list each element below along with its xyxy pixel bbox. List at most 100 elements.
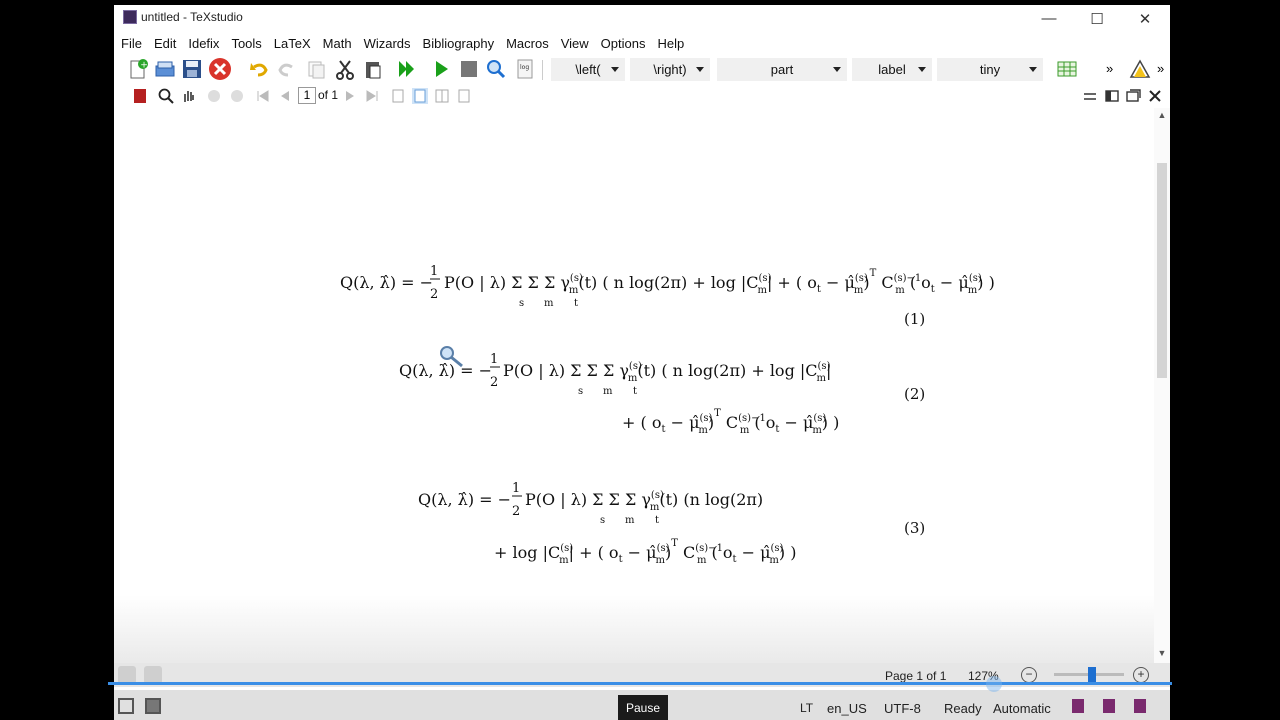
embed-viewer-icon[interactable]: [1104, 88, 1120, 104]
continuous-page-icon[interactable]: [412, 88, 428, 104]
bookmark-icon[interactable]: [132, 88, 148, 104]
single-page-icon[interactable]: [390, 88, 406, 104]
compile-icon[interactable]: [429, 57, 453, 81]
toolbar-separator: [542, 60, 543, 80]
font-size-combo[interactable]: tiny: [937, 58, 1043, 81]
copy-icon[interactable]: [304, 57, 328, 81]
fraction-denominator: 2: [490, 375, 498, 390]
view-log-icon[interactable]: log: [513, 57, 537, 81]
cut-icon[interactable]: [333, 57, 357, 81]
languagetool-indicator[interactable]: LT: [800, 701, 813, 715]
forward-icon[interactable]: [229, 88, 245, 104]
back-icon[interactable]: [206, 88, 222, 104]
status-text: Ready: [944, 701, 982, 716]
menu-options[interactable]: Options: [601, 36, 646, 51]
equation-2-line1-lhs: Q(λ, λ̂) = −: [399, 361, 492, 380]
scroll-up-icon[interactable]: ▲: [1154, 110, 1170, 124]
zoom-slider-handle[interactable]: [1088, 667, 1096, 682]
menu-edit[interactable]: Edit: [154, 36, 176, 51]
hand-tool-icon[interactable]: [180, 88, 196, 104]
encoding-selector[interactable]: UTF-8: [884, 701, 921, 716]
fit-page-icon[interactable]: [456, 88, 472, 104]
menu-bibliography[interactable]: Bibliography: [423, 36, 495, 51]
minimize-viewer-icon[interactable]: [1082, 88, 1098, 104]
bookmark-3-icon[interactable]: [1134, 699, 1146, 713]
menu-latex[interactable]: LaTeX: [274, 36, 311, 51]
toolbar-overflow-button[interactable]: »: [1106, 61, 1113, 76]
pdf-page[interactable]: Q(λ, λ̂) = − 1 2 P(O | λ) Σ Σ Σ γ(s) m(t)…: [114, 108, 1154, 663]
menu-macros[interactable]: Macros: [506, 36, 549, 51]
sum-index-t: t: [633, 386, 637, 397]
pause-tooltip: Pause: [618, 695, 668, 720]
sum-index-s: s: [519, 298, 524, 309]
chevron-down-icon: [611, 67, 619, 72]
menu-idefix[interactable]: Idefix: [188, 36, 219, 51]
window-viewer-icon[interactable]: [1125, 88, 1141, 104]
sum-index-m: m: [603, 386, 613, 397]
zoom-slider[interactable]: [1054, 667, 1124, 682]
maximize-button[interactable]: ☐: [1074, 5, 1120, 32]
menu-help[interactable]: Help: [657, 36, 684, 51]
left-delimiter-combo[interactable]: \left(: [551, 58, 625, 81]
undo-icon[interactable]: [247, 57, 271, 81]
texstudio-app-icon: [123, 10, 137, 24]
menu-tools[interactable]: Tools: [231, 36, 261, 51]
zoom-out-button[interactable]: −: [1021, 667, 1037, 683]
zoom-in-button[interactable]: +: [1133, 667, 1149, 683]
compile-view-icon[interactable]: [394, 57, 418, 81]
stop-compile-icon[interactable]: [457, 57, 481, 81]
menu-view[interactable]: View: [561, 36, 589, 51]
references-value: label: [878, 62, 906, 77]
menu-math[interactable]: Math: [323, 36, 352, 51]
svg-text:+: +: [140, 61, 148, 71]
chevron-down-icon: [833, 67, 841, 72]
bookmark-1-icon[interactable]: [1072, 699, 1084, 713]
close-document-icon[interactable]: [208, 57, 232, 81]
last-page-icon[interactable]: [364, 88, 380, 104]
menu-wizards[interactable]: Wizards: [364, 36, 411, 51]
references-combo[interactable]: label: [852, 58, 932, 81]
font-size-value: tiny: [979, 62, 1001, 77]
equation-2-line2: + ( ot − μ̂(s) m)T C(s)−1 m ( ot − μ̂(s) m)…: [622, 408, 839, 436]
fraction-denominator: 2: [430, 287, 438, 302]
save-icon[interactable]: [180, 57, 204, 81]
search-icon[interactable]: [158, 88, 174, 104]
viewer-scrollbar[interactable]: ▲ ▼: [1154, 108, 1170, 663]
video-progress-handle[interactable]: [986, 676, 1002, 692]
view-pdf-icon[interactable]: [484, 57, 508, 81]
facing-pages-icon[interactable]: [434, 88, 450, 104]
bookmark-2-icon[interactable]: [1103, 699, 1115, 713]
first-page-icon[interactable]: [255, 88, 271, 104]
right-delimiter-combo[interactable]: \right): [630, 58, 710, 81]
minimize-button[interactable]: —: [1026, 5, 1072, 32]
open-file-icon[interactable]: [153, 57, 177, 81]
spellcheck-language[interactable]: en_US: [827, 701, 867, 716]
sectioning-combo[interactable]: part: [717, 58, 847, 81]
equations-render: Q(λ, λ̂) = − 1 2 P(O | λ) Σ Σ Σ γ(s) m(t)…: [340, 264, 995, 566]
new-file-icon[interactable]: +: [126, 57, 150, 81]
messages-panel-icon[interactable]: [145, 698, 161, 714]
toolbar-overflow-button-2[interactable]: »: [1157, 61, 1164, 76]
fraction-denominator: 2: [512, 504, 520, 519]
scrollbar-thumb[interactable]: [1157, 163, 1167, 378]
paste-icon[interactable]: [361, 57, 385, 81]
warning-icon[interactable]: [1128, 57, 1152, 81]
next-page-icon[interactable]: [342, 88, 358, 104]
redo-icon[interactable]: [275, 57, 299, 81]
sectioning-value: part: [770, 62, 794, 77]
video-progress-bar[interactable]: [108, 682, 1172, 685]
equation-number-1: (1): [904, 310, 925, 328]
sum-index-s: s: [600, 515, 605, 526]
close-viewer-icon[interactable]: [1147, 88, 1163, 104]
table-icon[interactable]: [1055, 57, 1079, 81]
equation-2: Q(λ, λ̂) = − 1 2 P(O | λ) Σ Σ Σ γ(s) m(t)…: [399, 352, 925, 436]
grammar-mode[interactable]: Automatic: [993, 701, 1051, 716]
previous-page-icon[interactable]: [277, 88, 293, 104]
scroll-down-icon[interactable]: ▼: [1154, 648, 1170, 662]
close-button[interactable]: ✕: [1122, 5, 1168, 32]
sum-index-t: t: [655, 515, 659, 526]
page-number-input[interactable]: 1: [298, 87, 316, 104]
equation-3-line1-lhs: Q(λ, λ̂) = −: [418, 490, 511, 509]
menu-file[interactable]: File: [121, 36, 142, 51]
structure-panel-icon[interactable]: [118, 698, 134, 714]
